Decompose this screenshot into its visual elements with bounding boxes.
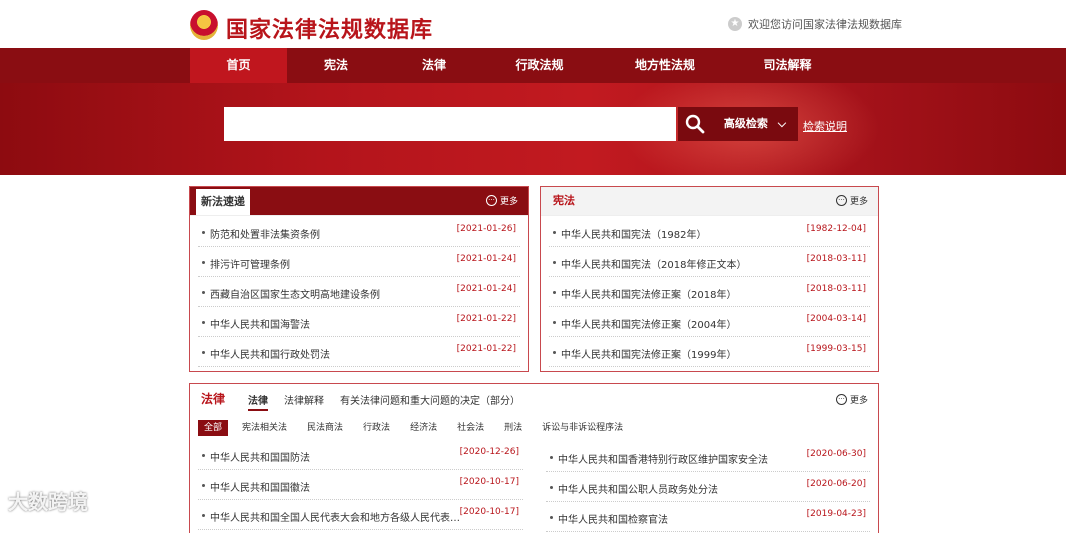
laws-header: 法律 法律 法律解释 有关法律问题和重大问题的决定（部分） ··· 更多 [190, 384, 878, 412]
more-dots-icon: ··· [835, 195, 847, 206]
nav-judicial-interpretation[interactable]: 司法解释 [734, 48, 841, 83]
laws-panel: 法律 法律 法律解释 有关法律问题和重大问题的决定（部分） ··· 更多 全部 … [189, 383, 879, 533]
list-item[interactable]: 中华人民共和国全国人民代表大会和地方各级人民代表… [2020-10-17] [198, 500, 523, 530]
item-date: [2020-06-20] [806, 479, 866, 489]
main-nav: 首页 宪法 法律 行政法规 地方性法规 司法解释 [0, 48, 1066, 83]
category-filters: 全部 宪法相关法 民法商法 行政法 经济法 社会法 刑法 诉讼与非诉讼程序法 [198, 420, 637, 436]
item-title: 防范和处置非法集资条例 [210, 230, 320, 241]
advanced-search-button[interactable]: 高级检索 ⌵ [712, 107, 798, 141]
more-label: 更多 [849, 396, 868, 406]
list-item[interactable]: 中华人民共和国行政处罚法 [2021-01-22] [198, 337, 520, 367]
item-title: 中华人民共和国宪法（1982年） [561, 230, 707, 241]
item-date: [1999-03-15] [806, 344, 866, 354]
list-item[interactable]: 中华人民共和国国防法 [2020-12-26] [198, 440, 523, 470]
laws-title[interactable]: 法律 [201, 390, 225, 407]
search-input[interactable] [224, 107, 676, 141]
search-button[interactable] [678, 107, 712, 141]
list-item[interactable]: 中华人民共和国宪法（2018年修正文本） [2018-03-11] [549, 247, 870, 277]
item-date: [2004-03-14] [806, 314, 866, 324]
nav-home[interactable]: 首页 [190, 48, 287, 83]
tab-law-interpretation[interactable]: 法律解释 [284, 392, 324, 407]
filter-social[interactable]: 社会法 [451, 420, 490, 436]
search-icon [685, 114, 705, 134]
nav-laws[interactable]: 法律 [385, 48, 483, 83]
list-item[interactable]: 中华人民共和国国徽法 [2020-10-17] [198, 470, 523, 500]
item-title: 中华人民共和国宪法修正案（2018年） [561, 290, 737, 301]
item-date: [2021-01-24] [456, 284, 516, 294]
filter-economic[interactable]: 经济法 [404, 420, 443, 436]
item-date: [2021-01-24] [456, 254, 516, 264]
constitution-header: 宪法 ··· 更多 [541, 187, 878, 216]
item-title: 中华人民共和国宪法（2018年修正文本） [561, 260, 747, 271]
more-dots-icon: ··· [485, 195, 497, 206]
item-title: 中华人民共和国海警法 [210, 320, 310, 331]
item-title: 中华人民共和国行政处罚法 [210, 350, 330, 361]
item-date: [2018-03-11] [806, 254, 866, 264]
item-date: [2021-01-26] [456, 224, 516, 234]
nav-constitution[interactable]: 宪法 [287, 48, 385, 83]
constitution-more-link[interactable]: ··· 更多 [835, 194, 868, 207]
welcome-label: 欢迎您访问国家法律法规数据库 [748, 18, 902, 31]
list-item[interactable]: 中华人民共和国宪法修正案（2004年） [2004-03-14] [549, 307, 870, 337]
new-laws-panel: 新法速递 ··· 更多 防范和处置非法集资条例 [2021-01-26] 排污许可… [189, 186, 529, 372]
filter-civil-commercial[interactable]: 民法商法 [301, 420, 349, 436]
new-laws-header: 新法速递 ··· 更多 [190, 187, 528, 216]
item-date: [2020-10-17] [459, 507, 519, 517]
filter-procedure[interactable]: 诉讼与非诉讼程序法 [536, 420, 629, 436]
list-item[interactable]: 中华人民共和国检察官法 [2019-04-23] [546, 502, 870, 532]
nav-administrative-regulations[interactable]: 行政法规 [483, 48, 596, 83]
advanced-search-label: 高级检索 [723, 117, 768, 130]
more-label: 更多 [499, 197, 518, 207]
item-title: 中华人民共和国公职人员政务处分法 [558, 485, 718, 496]
search-banner: 高级检索 ⌵ 检索说明 [0, 83, 1066, 175]
chevron-down-icon: ⌵ [777, 117, 787, 130]
filter-all[interactable]: 全部 [198, 420, 229, 436]
item-date: [2021-01-22] [456, 344, 516, 354]
welcome-text: ★ 欢迎您访问国家法律法规数据库 [728, 16, 902, 32]
item-date: [2018-03-11] [806, 284, 866, 294]
item-title: 排污许可管理条例 [210, 260, 290, 271]
constitution-title[interactable]: 宪法 [553, 187, 575, 215]
list-item[interactable]: 防范和处置非法集资条例 [2021-01-26] [198, 217, 520, 247]
list-item[interactable]: 西藏自治区国家生态文明高地建设条例 [2021-01-24] [198, 277, 520, 307]
more-label: 更多 [849, 197, 868, 207]
item-title: 中华人民共和国全国人民代表大会和地方各级人民代表… [210, 513, 460, 524]
list-item[interactable]: 中华人民共和国海警法 [2021-01-22] [198, 307, 520, 337]
watermark: 大数跨境 [8, 490, 88, 514]
tab-decisions[interactable]: 有关法律问题和重大问题的决定（部分） [340, 392, 520, 407]
item-title: 中华人民共和国国徽法 [210, 483, 310, 494]
item-title: 中华人民共和国香港特别行政区维护国家安全法 [558, 455, 768, 466]
top-header: 国家法律法规数据库 ★ 欢迎您访问国家法律法规数据库 [0, 0, 1066, 48]
more-dots-icon: ··· [835, 394, 847, 405]
search-help-link[interactable]: 检索说明 [803, 118, 847, 134]
item-title: 中华人民共和国国防法 [210, 453, 310, 464]
item-title: 西藏自治区国家生态文明高地建设条例 [210, 290, 380, 301]
item-date: [2020-06-30] [806, 449, 866, 459]
list-item[interactable]: 中华人民共和国宪法修正案（1999年） [1999-03-15] [549, 337, 870, 367]
constitution-panel: 宪法 ··· 更多 中华人民共和国宪法（1982年） [1982-12-04] 中… [540, 186, 879, 372]
national-emblem-icon [190, 10, 218, 40]
list-item[interactable]: 中华人民共和国香港特别行政区维护国家安全法 [2020-06-30] [546, 442, 870, 472]
site-title[interactable]: 国家法律法规数据库 [226, 12, 433, 44]
item-date: [2020-12-26] [459, 447, 519, 457]
item-date: [2020-10-17] [459, 477, 519, 487]
item-date: [1982-12-04] [806, 224, 866, 234]
list-item[interactable]: 中华人民共和国公职人员政务处分法 [2020-06-20] [546, 472, 870, 502]
laws-more-link[interactable]: ··· 更多 [835, 393, 868, 406]
item-date: [2021-01-22] [456, 314, 516, 324]
item-title: 中华人民共和国宪法修正案（2004年） [561, 320, 737, 331]
list-item[interactable]: 中华人民共和国宪法修正案（2018年） [2018-03-11] [549, 277, 870, 307]
tab-new-laws[interactable]: 新法速递 [196, 187, 250, 215]
filter-criminal[interactable]: 刑法 [498, 420, 528, 436]
item-title: 中华人民共和国宪法修正案（1999年） [561, 350, 737, 361]
list-item[interactable]: 中华人民共和国宪法（1982年） [1982-12-04] [549, 217, 870, 247]
list-item[interactable]: 排污许可管理条例 [2021-01-24] [198, 247, 520, 277]
new-laws-more-link[interactable]: ··· 更多 [485, 194, 518, 207]
star-icon: ★ [728, 17, 742, 31]
filter-constitutional[interactable]: 宪法相关法 [236, 420, 293, 436]
item-date: [2019-04-23] [806, 509, 866, 519]
tab-laws[interactable]: 法律 [248, 392, 268, 411]
filter-administrative[interactable]: 行政法 [357, 420, 396, 436]
nav-local-regulations[interactable]: 地方性法规 [596, 48, 734, 83]
